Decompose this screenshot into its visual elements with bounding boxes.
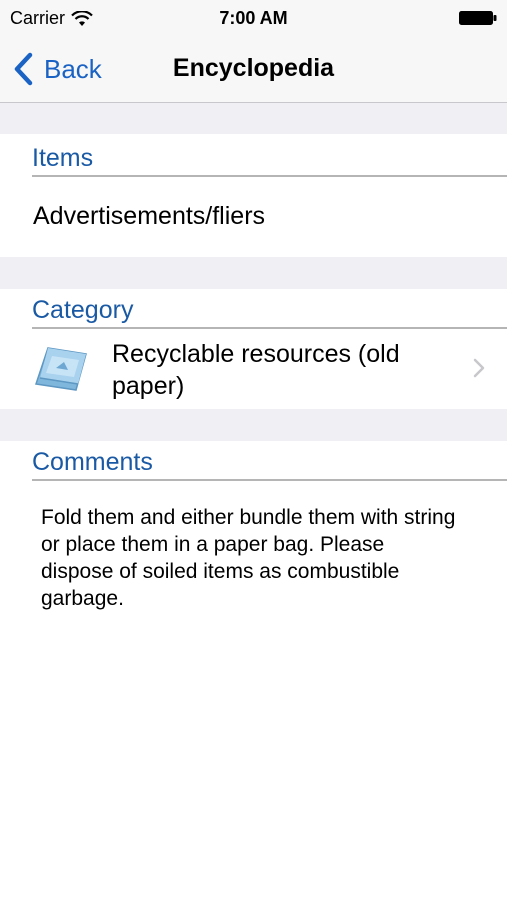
- category-row[interactable]: Recyclable resources (old paper): [0, 326, 507, 408]
- comments-section-header: Comments: [32, 448, 507, 481]
- comments-text: Fold them and either bundle them with st…: [41, 506, 456, 610]
- section-separator: [0, 257, 507, 289]
- category-value: Recyclable resources (old paper): [112, 340, 400, 400]
- paper-bundle-icon: [35, 347, 87, 391]
- items-section-header: Items: [32, 144, 507, 177]
- battery-icon: [459, 11, 497, 25]
- page-title: Encyclopedia: [172, 54, 335, 82]
- status-time: 7:00 AM: [219, 8, 288, 28]
- items-value: Advertisements/fliers: [33, 202, 266, 230]
- navigation-bar: Back Encyclopedia: [0, 36, 507, 103]
- section-separator: [0, 103, 507, 134]
- chevron-right-icon: [473, 358, 485, 378]
- status-bar: Carrier 7:00 AM: [0, 0, 507, 36]
- category-section-header: Category: [32, 296, 507, 329]
- section-separator: [0, 409, 507, 441]
